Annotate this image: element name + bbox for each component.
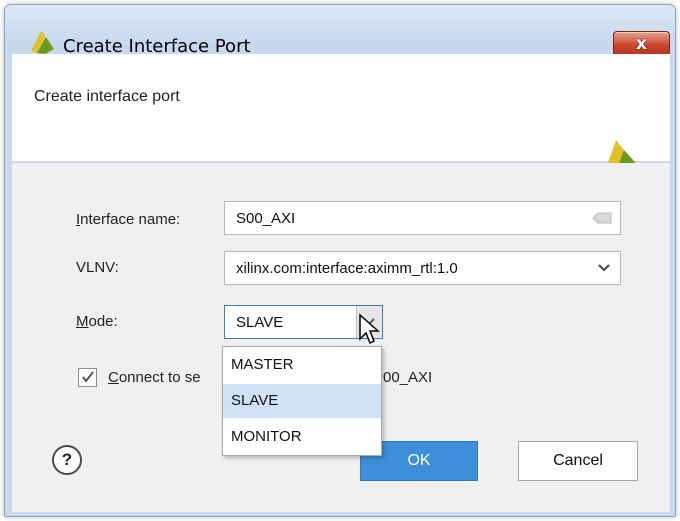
cancel-button[interactable]: Cancel	[518, 441, 638, 481]
mode-value: SLAVE	[236, 314, 284, 331]
clear-field-icon[interactable]	[592, 212, 612, 224]
interface-name-input[interactable]: S00_AXI	[224, 201, 621, 235]
vlnv-value: xilinx.com:interface:aximm_rtl:1.0	[236, 260, 458, 277]
mode-label-text: ode:	[88, 313, 118, 330]
connect-label-left: onnect to se	[118, 369, 201, 386]
mode-dropdown-list: MASTER SLAVE MONITOR	[222, 346, 382, 456]
interface-name-label: Interface name:	[76, 211, 180, 228]
mode-option-monitor[interactable]: MONITOR	[223, 420, 381, 454]
close-icon: x	[636, 34, 647, 54]
vivado-app-icon	[31, 31, 54, 54]
header-description: Create interface port	[34, 88, 180, 105]
mode-option-master[interactable]: MASTER	[223, 348, 381, 382]
interface-name-label-text: nterface name:	[80, 211, 181, 228]
connect-label-right: 00_AXI	[383, 369, 433, 386]
mouse-pointer-icon	[359, 313, 380, 345]
vlnv-label: VLNV:	[76, 259, 119, 276]
header-panel: Create interface port	[12, 54, 670, 184]
connect-label[interactable]: Connect to se	[108, 369, 201, 386]
mode-mnemonic: M	[76, 313, 89, 330]
connect-mnemonic: C	[108, 369, 119, 386]
connect-checkbox[interactable]	[78, 368, 97, 387]
mode-option-slave[interactable]: SLAVE	[223, 384, 381, 418]
interface-name-value: S00_AXI	[236, 210, 296, 227]
chevron-down-icon	[598, 264, 610, 272]
help-button[interactable]: ?	[52, 445, 82, 475]
vlnv-select[interactable]: xilinx.com:interface:aximm_rtl:1.0	[224, 251, 621, 285]
mode-label: Mode:	[76, 313, 118, 330]
title-bar[interactable]: Create Interface Port x	[5, 5, 675, 58]
checkmark-icon	[82, 371, 94, 383]
